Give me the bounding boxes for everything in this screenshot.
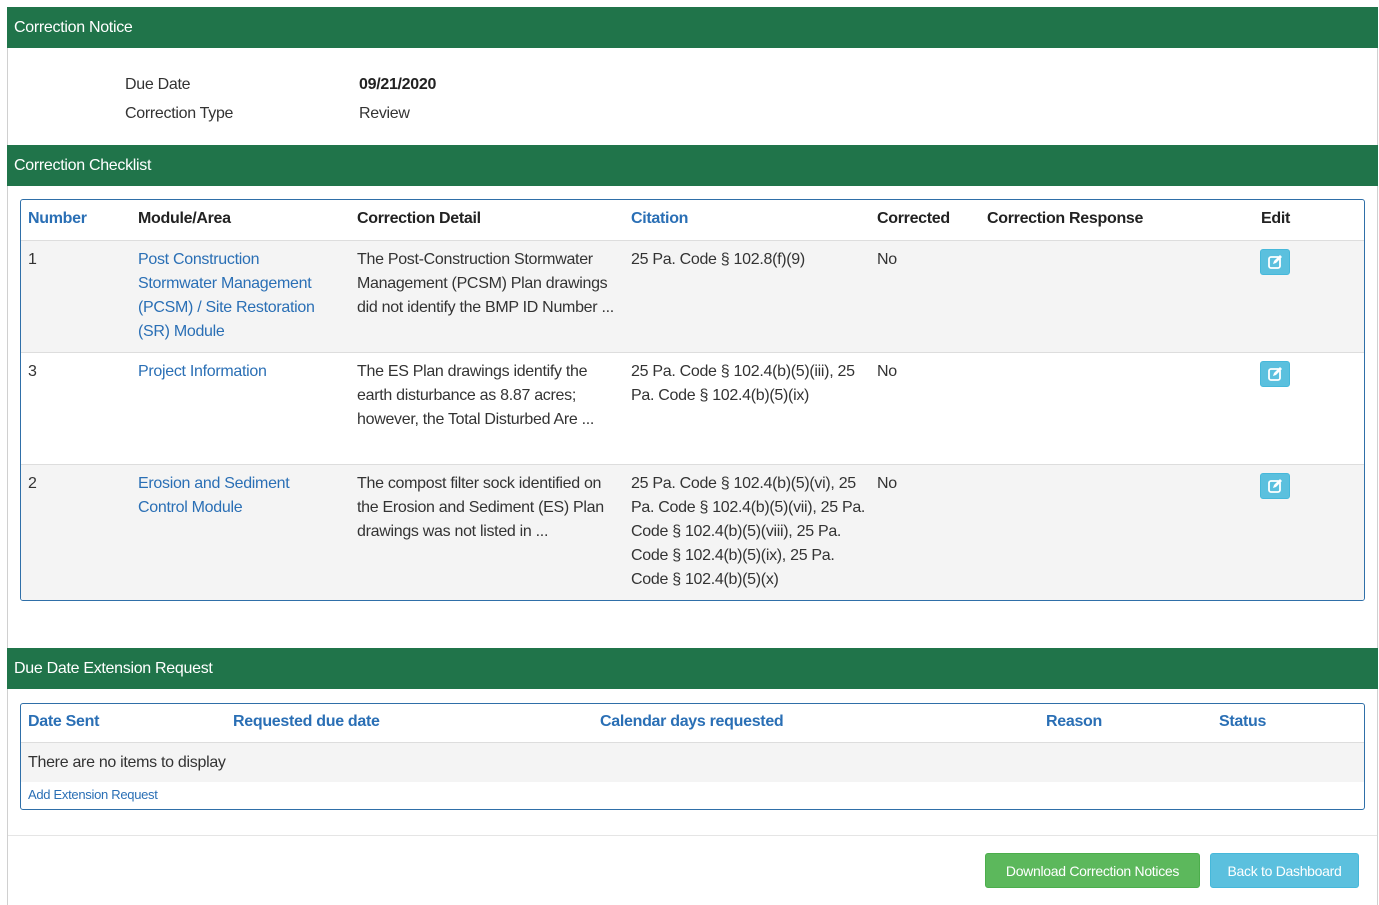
row-module-link[interactable]: Erosion and Sediment Control Module [138, 472, 338, 520]
table-row: 1 Post Construction Stormwater Managemen… [21, 240, 1364, 352]
edit-button[interactable] [1260, 361, 1290, 387]
edit-icon [1268, 255, 1282, 269]
row-detail: The compost filter sock identified on th… [357, 475, 604, 540]
table-row: 2 Erosion and Sediment Control Module Th… [21, 464, 1364, 600]
column-reason[interactable]: Reason [1046, 713, 1102, 731]
column-number[interactable]: Number [28, 210, 87, 228]
add-extension-request-link[interactable]: Add Extension Request [28, 785, 158, 805]
column-status[interactable]: Status [1219, 713, 1266, 731]
download-correction-notices-button[interactable]: Download Correction Notices [985, 853, 1200, 888]
column-date-sent[interactable]: Date Sent [28, 713, 99, 731]
column-edit: Edit [1261, 210, 1291, 227]
column-response: Correction Response [987, 210, 1144, 227]
row-detail: The Post-Construction Stormwater Managem… [357, 251, 614, 316]
column-detail: Correction Detail [357, 210, 481, 227]
row-corrected: No [877, 363, 897, 380]
divider [8, 835, 1377, 836]
table-row: 3 Project Information The ES Plan drawin… [21, 352, 1364, 464]
row-citation: 25 Pa. Code § 102.4(b)(5)(iii), 25 Pa. C… [631, 363, 855, 404]
edit-icon [1268, 367, 1282, 381]
correction-type-label: Correction Type [125, 105, 234, 122]
correction-type-value: Review [359, 105, 410, 122]
correction-notice-header: Correction Notice [7, 7, 1378, 48]
edit-button[interactable] [1260, 249, 1290, 275]
column-corrected: Corrected [877, 210, 950, 227]
row-citation: 25 Pa. Code § 102.8(f)(9) [631, 251, 805, 268]
column-calendar-days[interactable]: Calendar days requested [600, 713, 784, 731]
row-number: 3 [28, 363, 37, 380]
empty-message: There are no items to display [28, 754, 226, 771]
row-corrected: No [877, 475, 897, 492]
row-number: 1 [28, 251, 37, 268]
edit-button[interactable] [1260, 473, 1290, 499]
row-citation: 25 Pa. Code § 102.4(b)(5)(vi), 25 Pa. Co… [631, 475, 866, 588]
correction-checklist-header: Correction Checklist [7, 145, 1378, 186]
due-date-value: 09/21/2020 [359, 76, 437, 93]
empty-row: There are no items to display [21, 742, 1364, 782]
column-module: Module/Area [138, 210, 231, 227]
back-to-dashboard-button[interactable]: Back to Dashboard [1210, 853, 1359, 888]
column-requested-due-date[interactable]: Requested due date [233, 713, 380, 731]
extension-table: Date Sent Requested due date Calendar da… [20, 703, 1365, 810]
row-corrected: No [877, 251, 897, 268]
extension-request-header: Due Date Extension Request [7, 648, 1378, 689]
due-date-label: Due Date [125, 76, 191, 93]
row-module-link[interactable]: Post Construction Stormwater Management … [138, 248, 338, 344]
column-citation[interactable]: Citation [631, 210, 688, 228]
row-number: 2 [28, 475, 37, 492]
row-detail: The ES Plan drawings identify the earth … [357, 363, 595, 428]
checklist-table: Number Module/Area Correction Detail Cit… [20, 199, 1365, 601]
row-module-link[interactable]: Project Information [138, 360, 338, 384]
edit-icon [1268, 479, 1282, 493]
